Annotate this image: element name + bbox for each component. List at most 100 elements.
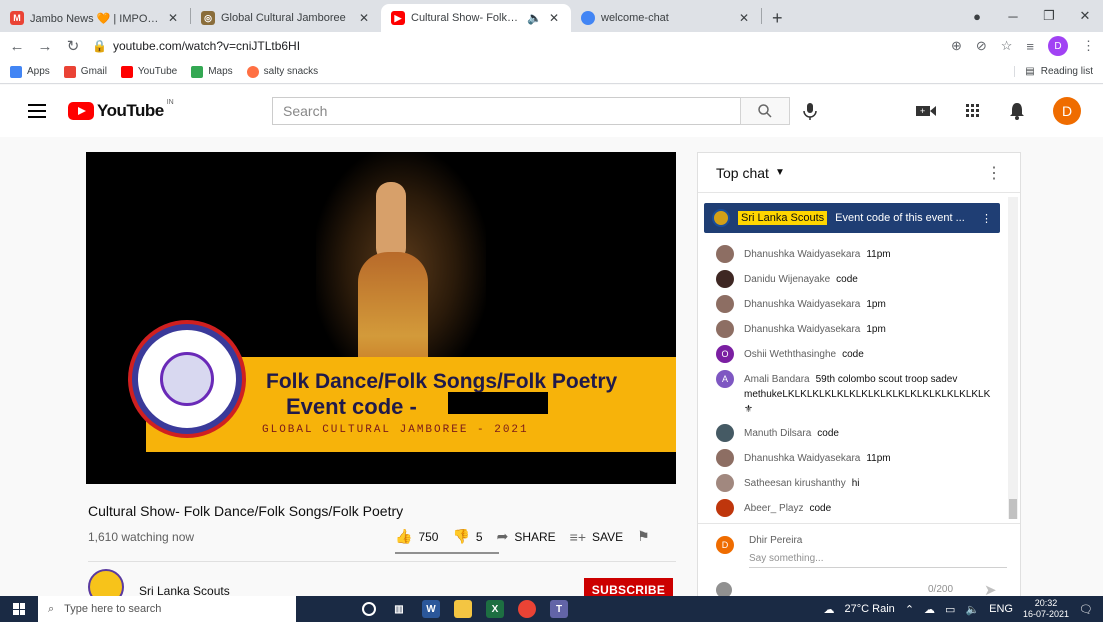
task-view-icon[interactable]: ▥ — [390, 600, 408, 618]
new-tab-button[interactable]: + — [762, 4, 793, 32]
start-button[interactable] — [0, 596, 38, 622]
my-name: Dhir Pereira — [749, 535, 803, 546]
search-input[interactable] — [272, 97, 740, 125]
bookmark-maps[interactable]: Maps — [191, 65, 233, 78]
bookmark-apps[interactable]: Apps — [10, 65, 50, 78]
banner-subtitle: GLOBAL CULTURAL JAMBOREE - 2021 — [262, 424, 529, 436]
chat-message[interactable]: Satheesan kirushanthy hi — [698, 474, 1008, 492]
chat-message[interactable]: O Oshii Weththasinghe code — [698, 345, 1008, 363]
dislike-button[interactable]: 👎 5 — [452, 528, 482, 545]
chat-message[interactable]: A Amali Bandara 59th colombo scout troop s… — [698, 370, 1008, 417]
pinned-more-icon[interactable]: ⋮ — [981, 212, 992, 225]
playlist-icon[interactable]: ≡ — [1026, 39, 1034, 54]
tracking-icon[interactable]: ⊘ — [976, 38, 987, 54]
youtube-logo[interactable]: YouTube IN — [68, 99, 174, 121]
notifications-bell-icon[interactable] — [1009, 102, 1025, 120]
taskbar-search[interactable]: ⌕ Type here to search — [38, 596, 296, 622]
chat-scroll-thumb[interactable] — [1009, 499, 1017, 519]
chevron-down-icon[interactable]: ▼ — [775, 167, 785, 178]
profile-avatar[interactable]: D — [1048, 36, 1068, 56]
browser-tab[interactable]: M Jambo News 🧡 | IMPORTANT! - ✕ — [0, 4, 190, 32]
chat-message-text: code — [817, 428, 839, 439]
pinned-message[interactable]: Sri Lanka Scouts Event code of this even… — [704, 203, 1000, 233]
notification-center-icon[interactable]: 🗨 — [1079, 603, 1093, 616]
apps-grid-icon[interactable] — [965, 103, 981, 119]
save-button[interactable]: ≡+ SAVE — [570, 529, 623, 545]
bookmark-youtube[interactable]: YouTube — [120, 65, 177, 78]
volume-icon[interactable]: 🔈 — [965, 603, 979, 616]
file-explorer-icon[interactable] — [454, 600, 472, 618]
browser-tab-active[interactable]: ▶ Cultural Show- Folk Dance/F 🔈 ✕ — [381, 4, 571, 32]
menu-icon[interactable] — [28, 104, 46, 118]
browser-tab[interactable]: ◎ Global Cultural Jamboree ✕ — [191, 4, 381, 32]
country-code: IN — [166, 99, 174, 106]
forward-icon[interactable]: → — [36, 38, 54, 55]
bookmark-salty-snacks[interactable]: salty snacks — [246, 65, 318, 78]
tab-title: Global Cultural Jamboree — [221, 12, 346, 24]
chat-message[interactable]: Manuth Dilsara code — [698, 424, 1008, 442]
chat-message[interactable]: Dhanushka Waidyasekara 1pm — [698, 295, 1008, 313]
like-button[interactable]: 👍 750 — [395, 528, 438, 545]
chat-more-icon[interactable]: ⋮ — [986, 163, 1002, 183]
chat-message-body: Abeer_ Playz code — [744, 499, 831, 516]
clock[interactable]: 20:32 16-07-2021 — [1023, 598, 1069, 620]
pinned-text: Event code of this event ... — [835, 212, 965, 224]
chat-author-avatar — [716, 424, 734, 442]
close-tab-icon[interactable]: ✕ — [166, 11, 180, 25]
report-button[interactable]: ⚑ — [637, 528, 650, 545]
create-video-icon[interactable]: + — [915, 103, 937, 119]
chat-author-avatar — [716, 320, 734, 338]
audio-icon[interactable]: 🔈 — [527, 11, 542, 25]
pinned-author-avatar — [712, 209, 730, 227]
close-window-icon[interactable]: ✕ — [1067, 8, 1103, 24]
tab-title: Jambo News 🧡 | IMPORTANT! - — [30, 12, 160, 25]
close-tab-icon[interactable]: ✕ — [737, 11, 751, 25]
cortana-icon[interactable] — [362, 602, 376, 616]
chat-header: Top chat ▼ ⋮ — [698, 153, 1020, 193]
chrome-icon[interactable] — [518, 600, 536, 618]
like-ratio-bar — [395, 552, 499, 554]
close-tab-icon[interactable]: ✕ — [357, 11, 371, 25]
bookmark-star-icon[interactable]: ☆ — [1001, 38, 1013, 54]
close-tab-icon[interactable]: ✕ — [547, 11, 561, 25]
onedrive-icon[interactable]: ☁ — [924, 603, 935, 616]
chat-scrollbar[interactable] — [1008, 197, 1018, 519]
search-button[interactable] — [740, 97, 790, 125]
chat-message[interactable]: Dhanushka Waidyasekara 1pm — [698, 320, 1008, 338]
chat-message[interactable]: Danidu Wijenayake code — [698, 270, 1008, 288]
chat-message-body: Dhanushka Waidyasekara 1pm — [744, 320, 886, 337]
minimize-window-icon[interactable]: ─ — [995, 9, 1031, 24]
network-icon[interactable]: ▭ — [945, 603, 955, 616]
live-chat-panel: Top chat ▼ ⋮ Sri Lanka Scouts Event code… — [697, 152, 1021, 598]
profile-menu-icon[interactable]: ● — [959, 9, 995, 24]
maximize-window-icon[interactable]: ❐ — [1031, 8, 1067, 24]
url-field[interactable]: 🔒 youtube.com/watch?v=cniJTLtb6HI — [92, 34, 941, 58]
chat-author-avatar: A — [716, 370, 734, 388]
share-button[interactable]: ➦ SHARE — [497, 528, 556, 545]
install-icon[interactable]: ⊕ — [951, 38, 962, 54]
weather-text[interactable]: 27°C Rain — [845, 603, 895, 615]
chrome-menu-icon[interactable]: ⋮ — [1082, 38, 1095, 54]
chat-message[interactable]: Abeer_ Playz code — [698, 499, 1008, 517]
word-icon[interactable]: W — [422, 600, 440, 618]
chat-message[interactable]: Dhanushka Waidyasekara 11pm — [698, 449, 1008, 467]
top-chat-dropdown[interactable]: Top chat — [716, 165, 769, 181]
tray-chevron-icon[interactable]: ⌃ — [905, 603, 914, 616]
url-text: youtube.com/watch?v=cniJTLtb6HI — [112, 39, 301, 53]
reload-icon[interactable]: ↻ — [64, 37, 82, 55]
browser-tab[interactable]: welcome-chat ✕ — [571, 4, 761, 32]
teams-icon[interactable]: T — [550, 600, 568, 618]
char-counter: 0/200 — [928, 584, 954, 595]
reading-list-button[interactable]: ▤ Reading list — [1014, 66, 1093, 77]
video-player[interactable]: Folk Dance/Folk Songs/Folk Poetry Event … — [86, 152, 676, 484]
video-title: Cultural Show- Folk Dance/Folk Songs/Fol… — [88, 503, 404, 519]
language-indicator[interactable]: ENG — [989, 603, 1013, 615]
microphone-icon[interactable] — [800, 101, 820, 121]
chat-input[interactable] — [749, 550, 1007, 568]
excel-icon[interactable]: X — [486, 600, 504, 618]
chat-message[interactable]: Dhanushka Waidyasekara 11pm — [698, 245, 1008, 263]
bookmark-gmail[interactable]: Gmail — [63, 65, 107, 78]
chat-author-name: Manuth Dilsara — [744, 428, 812, 439]
account-avatar[interactable]: D — [1053, 97, 1081, 125]
back-icon[interactable]: ← — [8, 38, 26, 55]
